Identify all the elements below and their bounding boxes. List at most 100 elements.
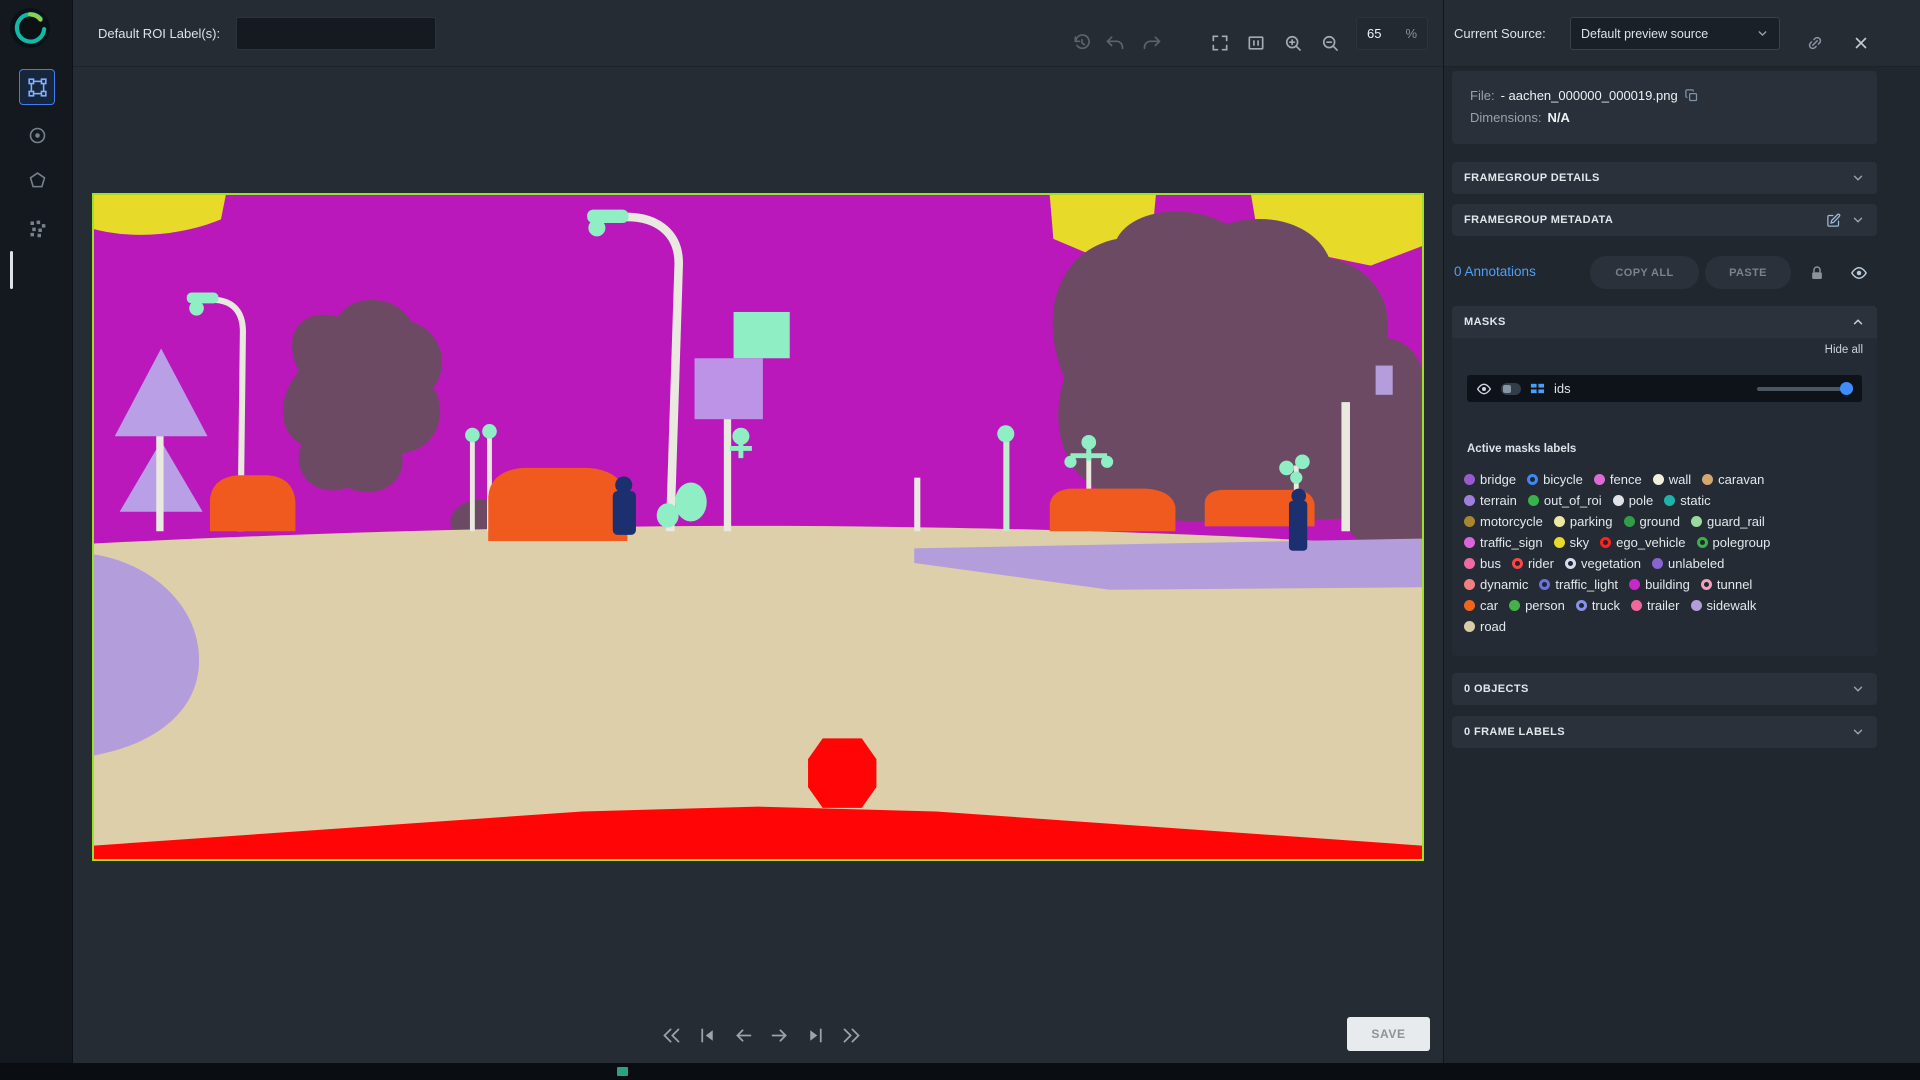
eye-icon[interactable]	[1476, 381, 1492, 397]
mask-label-terrain[interactable]: terrain	[1464, 493, 1517, 508]
tool-semantic-brush[interactable]	[19, 210, 55, 246]
taskbar-item[interactable]	[617, 1067, 628, 1076]
mask-label-car[interactable]: car	[1464, 598, 1498, 613]
mask-label-building[interactable]: building	[1629, 577, 1690, 592]
mask-label-polegroup[interactable]: polegroup	[1696, 535, 1770, 550]
mask-label-sidewalk[interactable]: sidewalk	[1690, 598, 1756, 613]
mask-label-fence[interactable]: fence	[1593, 472, 1642, 487]
history-button[interactable]	[1069, 30, 1095, 56]
app-logo[interactable]	[9, 7, 51, 49]
mask-label-text: trailer	[1646, 598, 1680, 613]
mask-label-person[interactable]: person	[1509, 598, 1565, 613]
mask-label-parking[interactable]: parking	[1553, 514, 1613, 529]
canvas-area[interactable]: SAVE	[73, 67, 1443, 1063]
redo-button[interactable]	[1139, 30, 1165, 56]
step-forward-button[interactable]	[766, 1022, 792, 1048]
framegroup-metadata-section[interactable]: FRAMEGROUP METADATA	[1452, 204, 1877, 236]
copy-filename-icon[interactable]	[1684, 88, 1699, 103]
mask-color-dot	[1539, 579, 1551, 590]
mask-label-ground[interactable]: ground	[1623, 514, 1680, 529]
mask-mode-toggle[interactable]	[1501, 382, 1521, 395]
mask-label-guard_rail[interactable]: guard_rail	[1690, 514, 1765, 529]
chevron-down-icon	[1851, 171, 1865, 185]
mask-label-rider[interactable]: rider	[1511, 556, 1554, 571]
rewind-button[interactable]	[658, 1022, 684, 1048]
source-dropdown[interactable]: Default preview source	[1570, 17, 1780, 50]
mask-label-text: guard_rail	[1706, 514, 1765, 529]
mask-label-static[interactable]: static	[1664, 493, 1711, 508]
mask-label-traffic_light[interactable]: traffic_light	[1539, 577, 1618, 592]
mask-label-text: fence	[1609, 472, 1642, 487]
mask-label-bus[interactable]: bus	[1464, 556, 1501, 571]
next-frame-button[interactable]	[802, 1022, 828, 1048]
mask-label-wall[interactable]: wall	[1652, 472, 1692, 487]
close-icon[interactable]	[1848, 30, 1874, 56]
fit-to-screen-icon[interactable]	[1207, 30, 1233, 56]
zoom-in-icon[interactable]	[1280, 30, 1306, 56]
mask-label-truck[interactable]: truck	[1575, 598, 1620, 613]
tool-bbox[interactable]	[19, 69, 55, 105]
mask-label-text: wall	[1668, 472, 1692, 487]
chevron-up-icon	[1851, 315, 1865, 329]
mask-label-text: static	[1680, 493, 1711, 508]
lock-icon[interactable]	[1804, 260, 1830, 286]
segmentation-image[interactable]	[92, 193, 1424, 861]
mask-label-caravan[interactable]: caravan	[1702, 472, 1764, 487]
mask-label-text: bus	[1480, 556, 1501, 571]
mask-label-road[interactable]: road	[1464, 619, 1506, 634]
mask-color-dot	[1575, 600, 1587, 611]
mask-color-dot	[1527, 495, 1539, 506]
mask-color-dot	[1509, 600, 1521, 611]
roi-input[interactable]	[236, 17, 436, 50]
step-back-button[interactable]	[730, 1022, 756, 1048]
mask-color-dot	[1696, 537, 1708, 548]
mask-layer-row[interactable]: ids	[1467, 375, 1862, 402]
playback-controls	[658, 1022, 864, 1048]
tool-ellipse[interactable]	[19, 117, 55, 153]
zoom-out-icon[interactable]	[1317, 30, 1343, 56]
frame-labels-section[interactable]: 0 FRAME LABELS	[1452, 716, 1877, 748]
bottom-bar	[0, 1063, 1920, 1080]
mask-label-vegetation[interactable]: vegetation	[1564, 556, 1641, 571]
mask-label-trailer[interactable]: trailer	[1630, 598, 1680, 613]
mask-label-motorcycle[interactable]: motorcycle	[1464, 514, 1543, 529]
visibility-icon[interactable]	[1846, 260, 1872, 286]
link-icon[interactable]	[1802, 30, 1828, 56]
mask-label-text: person	[1525, 598, 1565, 613]
edit-metadata-icon[interactable]	[1826, 213, 1841, 228]
mask-label-ego_vehicle[interactable]: ego_vehicle	[1600, 535, 1686, 550]
actual-size-icon[interactable]	[1243, 30, 1269, 56]
mask-color-dot	[1564, 558, 1576, 569]
zoom-level-control[interactable]: 65 %	[1356, 17, 1428, 50]
mask-label-bicycle[interactable]: bicycle	[1527, 472, 1583, 487]
dimensions-label: Dimensions:	[1470, 109, 1542, 125]
mask-label-traffic_sign[interactable]: traffic_sign	[1464, 535, 1543, 550]
objects-section[interactable]: 0 OBJECTS	[1452, 673, 1877, 705]
mask-label-tunnel[interactable]: tunnel	[1700, 577, 1752, 592]
mask-label-unlabeled[interactable]: unlabeled	[1651, 556, 1724, 571]
save-button[interactable]: SAVE	[1347, 1017, 1430, 1051]
mask-label-bridge[interactable]: bridge	[1464, 472, 1516, 487]
mask-label-sky[interactable]: sky	[1553, 535, 1589, 550]
mask-layer-name: ids	[1554, 381, 1571, 396]
mask-grid-icon[interactable]	[1530, 381, 1545, 396]
prev-frame-button[interactable]	[694, 1022, 720, 1048]
slider-thumb[interactable]	[1840, 381, 1853, 395]
chevron-down-icon	[1851, 725, 1865, 739]
mask-label-dynamic[interactable]: dynamic	[1464, 577, 1528, 592]
mask-label-pole[interactable]: pole	[1612, 493, 1653, 508]
hide-all-link[interactable]: Hide all	[1825, 344, 1863, 356]
mask-color-dot	[1629, 579, 1641, 590]
fast-forward-button[interactable]	[838, 1022, 864, 1048]
mask-color-dot	[1464, 621, 1475, 632]
masks-section-header[interactable]: MASKS	[1452, 306, 1877, 338]
rail-scroll-indicator	[10, 251, 13, 289]
mask-opacity-slider[interactable]	[1757, 381, 1853, 395]
framegroup-details-section[interactable]: FRAMEGROUP DETAILS	[1452, 162, 1877, 194]
copy-all-button[interactable]: COPY ALL	[1590, 256, 1699, 289]
framegroup-metadata-title: FRAMEGROUP METADATA	[1464, 214, 1614, 226]
tool-polygon[interactable]	[19, 162, 55, 198]
paste-button[interactable]: PASTE	[1705, 256, 1791, 289]
undo-button[interactable]	[1102, 30, 1128, 56]
mask-label-out_of_roi[interactable]: out_of_roi	[1527, 493, 1602, 508]
